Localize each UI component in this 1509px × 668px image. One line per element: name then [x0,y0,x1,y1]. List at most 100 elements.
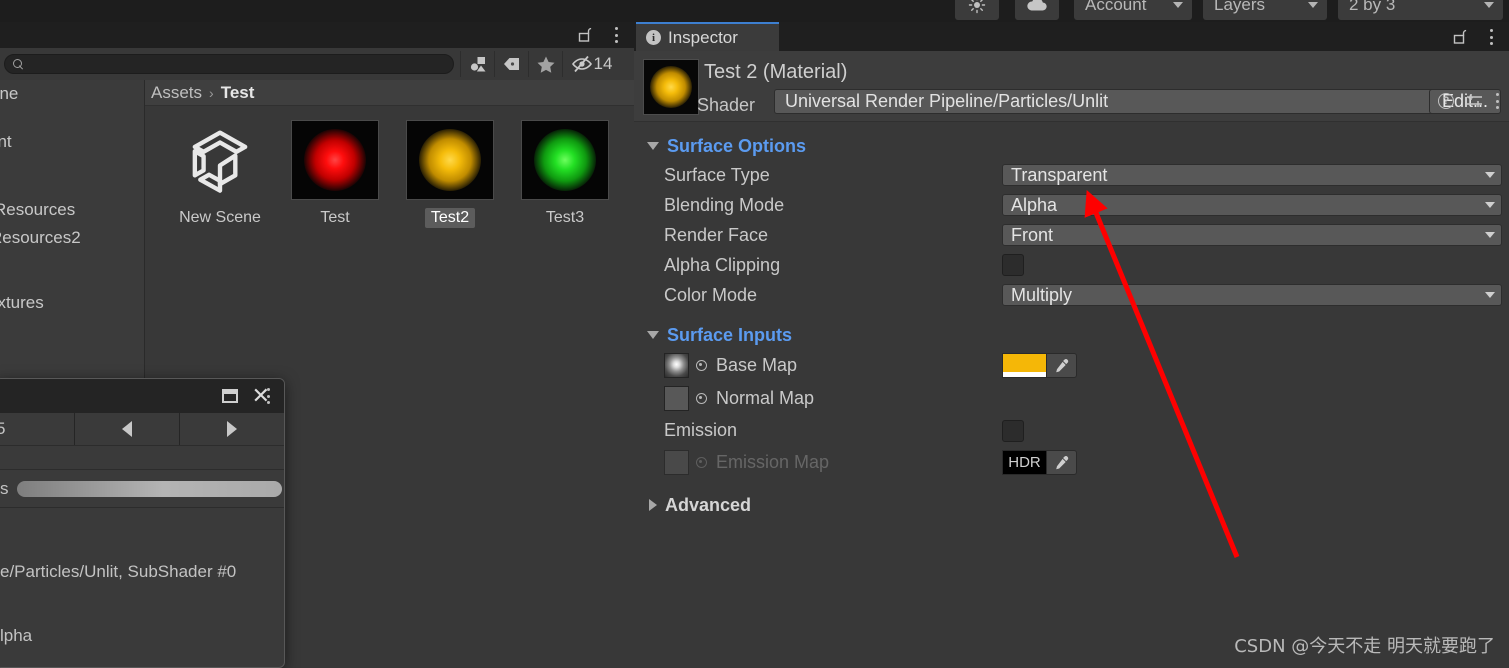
floating-window-kebab-menu-icon[interactable] [266,388,270,404]
base-map-color-field[interactable] [1002,353,1502,378]
floating-window-text-area: e/Particles/Unlit, SubShader #0 lpha [0,508,284,646]
section-header-surface-inputs[interactable]: Surface Inputs [634,321,1509,349]
favorite-filter-button[interactable] [528,51,562,77]
base-map-texture-slot[interactable] [664,353,689,378]
chevron-down-icon [1485,202,1495,208]
surface-type-dropdown[interactable]: Transparent [1002,164,1502,186]
row-control: Multiply [1002,284,1502,306]
tab-inspector[interactable]: i Inspector [636,22,779,51]
inspector-overflow-menu-icon[interactable] [1495,93,1499,109]
dropdown-value: Alpha [1011,194,1058,215]
row-control [1002,353,1502,378]
toolbar-account-dropdown[interactable]: Account [1074,0,1192,20]
base-color-eyedropper-button[interactable] [1047,353,1077,378]
alpha-clipping-checkbox[interactable] [1002,254,1024,276]
render-face-dropdown[interactable]: Front [1002,224,1502,246]
asset-item-new-scene[interactable]: New Scene [175,120,265,228]
eyedropper-icon [1055,455,1068,469]
lock-open-icon[interactable] [578,27,592,42]
color-mode-dropdown[interactable]: Multiply [1002,284,1502,306]
row-control: Front [1002,224,1502,246]
toolbar-lighting-button[interactable] [955,0,999,20]
layout-label: 2 by 3 [1349,0,1396,14]
tree-item[interactable]: ene [0,84,18,104]
project-kebab-menu-icon[interactable] [614,27,618,43]
shader-dropdown[interactable]: Universal Render Pipeline/Particles/Unli… [774,89,1465,114]
material-thumbnail [643,59,699,115]
toolbar-cloud-button[interactable] [1015,0,1059,20]
row-color-mode: Color Mode Multiply [634,280,1509,310]
triangle-down-icon [647,331,659,339]
asset-grid: New Scene Test Test2 Test3 [145,106,634,228]
search-input[interactable] [30,57,440,71]
emission-color-eyedropper-button[interactable] [1047,450,1077,475]
row-control [1002,254,1502,276]
emission-checkbox[interactable] [1002,419,1024,442]
asset-type-filter-icon [470,57,485,72]
breadcrumb-root[interactable]: Assets [151,83,202,103]
tree-item[interactable]: Resources2 [0,228,81,248]
inspector-kebab-menu-icon[interactable] [1489,29,1493,45]
tree-item[interactable]: extures [0,293,44,313]
emission-map-target-icon[interactable] [696,457,707,468]
chevron-down-icon [1173,2,1183,8]
next-button[interactable] [179,413,284,445]
breadcrumb-separator-icon: › [209,84,214,101]
section-header-surface-options[interactable]: Surface Options [634,132,1509,160]
section-title: Advanced [665,494,752,515]
label-filter-icon [503,58,519,70]
blending-mode-dropdown[interactable]: Alpha [1002,194,1502,216]
asset-item-test[interactable]: Test [290,120,380,228]
chevron-down-icon [1485,232,1495,238]
row-label: Emission [664,420,738,440]
account-label: Account [1085,0,1147,14]
asset-thumbnail [405,120,495,200]
row-label: Base Map [716,355,798,375]
normal-map-texture-slot[interactable] [664,386,689,411]
section-title: Surface Inputs [667,324,793,345]
alpha-bar [1003,372,1046,377]
base-map-target-icon[interactable] [696,360,707,371]
row-label: Normal Map [716,388,815,408]
project-search-row: 14 [0,48,634,80]
row-blending-mode: Blending Mode Alpha [634,190,1509,220]
presets-icon[interactable] [1466,93,1483,109]
hidden-assets-button[interactable]: 14 [562,51,620,77]
help-icon[interactable]: ? [1438,93,1454,109]
emission-color-field[interactable]: HDR [1002,450,1502,475]
floating-window-slider-row: s [0,470,284,508]
inspector-header-icons: ? [1438,93,1499,109]
toolbar-layers-dropdown[interactable]: Layers [1203,0,1327,20]
previous-button[interactable] [74,413,179,445]
row-alpha-clipping: Alpha Clipping [634,250,1509,280]
tree-item[interactable]: ent [0,132,12,152]
label-filter-button[interactable] [494,51,528,77]
shader-subshader-text: e/Particles/Unlit, SubShader #0 [0,562,237,581]
unity-scene-icon [192,130,248,193]
toolbar-layout-dropdown[interactable]: 2 by 3 [1338,0,1503,20]
inspector-body: Surface Options Surface Type Transparent… [634,122,1509,668]
emission-hdr-swatch[interactable]: HDR [1002,450,1047,475]
asset-item-test2[interactable]: Test2 [405,120,495,228]
tree-item[interactable]: Resources [0,200,75,220]
normal-map-target-icon[interactable] [696,393,707,404]
row-render-face: Render Face Front [634,220,1509,250]
base-color-swatch[interactable] [1002,353,1047,378]
emission-map-texture-slot[interactable] [664,450,689,475]
search-box[interactable] [4,54,454,74]
floating-shader-window[interactable]: ✕ 5 s e/Particles/Unlit, SubShader #0 lp… [0,378,285,668]
material-title: Test 2 (Material) [704,61,848,83]
hdr-label: HDR [1008,454,1041,471]
next-arrow-icon [227,421,237,437]
asset-item-test3[interactable]: Test3 [520,120,610,228]
dropdown-value: Multiply [1011,284,1073,305]
asset-label: New Scene [179,209,261,226]
row-emission-map: Emission Map HDR [634,446,1509,479]
inspector-lock-open-icon[interactable] [1453,29,1467,44]
section-header-advanced[interactable]: Advanced [634,491,1509,519]
asset-type-filter-button[interactable] [460,51,494,77]
project-tabstrip [0,22,634,48]
blend-mode-text: lpha [0,626,33,645]
zoom-slider[interactable] [16,480,282,497]
maximize-icon[interactable] [221,389,238,403]
